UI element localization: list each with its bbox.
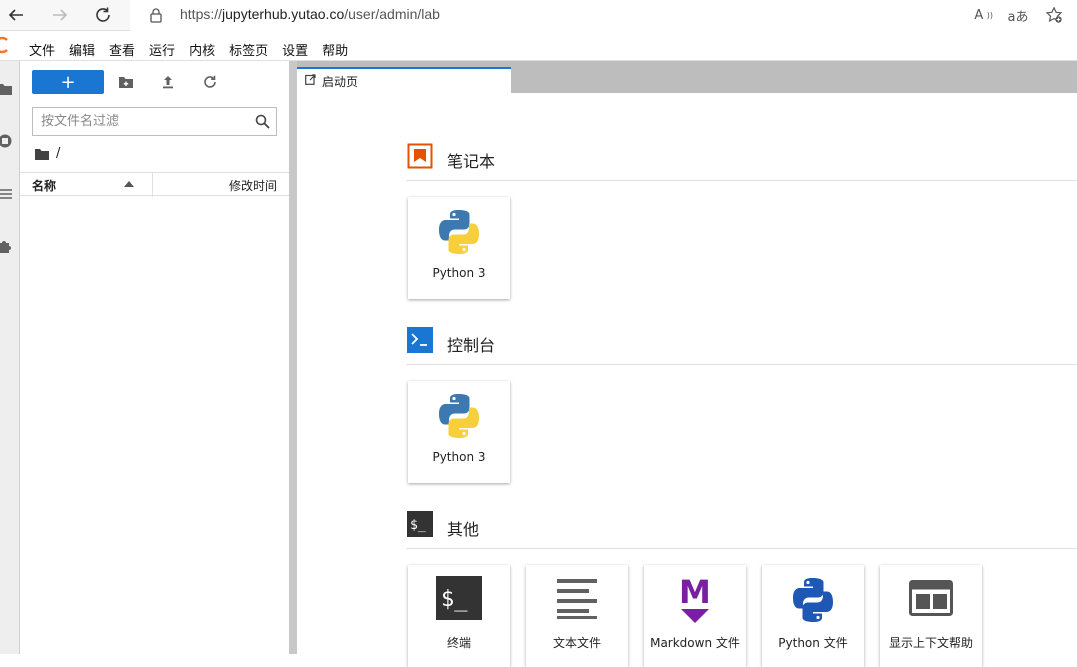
launcher-section-notebook: 笔记本 Python 3 <box>406 143 1077 303</box>
reload-button[interactable] <box>90 3 116 27</box>
search-icon <box>255 114 270 129</box>
browser-toolbar: https://jupyterhub.yutao.co/user/admin/l… <box>0 0 1077 31</box>
arrow-left-icon <box>8 9 23 21</box>
section-title: 笔记本 <box>447 152 496 171</box>
menu-view[interactable]: 查看 <box>109 40 135 59</box>
favorite-button[interactable] <box>1043 5 1065 25</box>
text-file-icon <box>557 579 597 619</box>
new-launcher-button[interactable]: + <box>32 70 104 94</box>
menu-bar: 文件 编辑 查看 运行 内核 标签页 设置 帮助 <box>0 31 1077 61</box>
breadcrumb-root[interactable]: / <box>56 146 60 161</box>
lock-icon <box>150 8 162 23</box>
folder-icon[interactable] <box>34 147 50 161</box>
upload-icon[interactable] <box>160 74 176 90</box>
arrow-right-icon <box>53 9 68 21</box>
console-python3-card[interactable]: Python 3 <box>408 381 510 483</box>
column-divider[interactable] <box>152 173 153 197</box>
svg-text:$_: $_ <box>441 587 468 612</box>
read-aloud-button[interactable]: A)) <box>971 5 993 25</box>
contextual-help-card[interactable]: 显示上下文帮助 <box>880 565 982 667</box>
launcher-section-console: 控制台 Python 3 <box>406 327 1077 487</box>
menu-run[interactable]: 运行 <box>149 40 175 59</box>
menu-file[interactable]: 文件 <box>29 40 55 59</box>
python-logo-icon <box>439 210 479 254</box>
card-label: Python 文件 <box>778 636 848 650</box>
refresh-icon <box>96 7 110 22</box>
python-file-card[interactable]: Python 文件 <box>762 565 864 667</box>
section-header: 控制台 <box>406 327 1077 365</box>
console-icon <box>407 327 433 353</box>
section-title: 控制台 <box>447 336 496 355</box>
launcher-tab-icon <box>305 74 316 85</box>
card-label: Python 3 <box>432 450 486 464</box>
tab-label: 启动页 <box>322 75 359 89</box>
file-list-header: 名称 修改时间 <box>20 172 289 197</box>
running-sessions-icon[interactable] <box>0 133 13 149</box>
launcher-section-other: $_ 其他 $_ 终端 文本文件 M Markdown 文件 Python 文件 <box>406 511 1077 667</box>
terminal-section-icon: $_ <box>407 511 433 537</box>
extension-icon[interactable] <box>0 238 13 254</box>
notebook-icon <box>407 143 433 169</box>
jupyter-logo-icon <box>0 36 8 54</box>
card-label: Python 3 <box>432 266 486 280</box>
svg-text:M: M <box>679 575 711 611</box>
card-label: 显示上下文帮助 <box>888 636 973 650</box>
column-name[interactable]: 名称 <box>32 177 56 194</box>
folder-icon[interactable] <box>0 81 13 97</box>
section-header: $_ 其他 <box>406 511 1077 549</box>
table-of-contents-icon[interactable] <box>0 186 13 202</box>
back-button[interactable] <box>3 3 29 27</box>
file-browser-panel: + / 名称 修改时间 <box>20 61 289 654</box>
menu-kernel[interactable]: 内核 <box>189 40 215 59</box>
card-label: 文本文件 <box>552 636 601 650</box>
breadcrumb: / <box>34 146 60 161</box>
file-filter <box>32 107 277 136</box>
activity-bar <box>0 61 20 654</box>
menu-settings[interactable]: 设置 <box>282 40 308 59</box>
url-text: https://jupyterhub.yutao.co/user/admin/l… <box>180 6 440 22</box>
python-logo-icon <box>439 394 479 438</box>
menu-help[interactable]: 帮助 <box>322 40 348 59</box>
main-area: 启动页 笔记本 Python 3 控制台 Python 3 $_ 其他 $_ 终… <box>297 61 1077 667</box>
panel-splitter[interactable] <box>289 61 297 654</box>
menu-edit[interactable]: 编辑 <box>69 40 95 59</box>
forward-button[interactable] <box>47 3 73 27</box>
svg-text:$_: $_ <box>410 518 426 533</box>
python-file-icon <box>793 578 833 622</box>
section-header: 笔记本 <box>406 143 1077 181</box>
refresh-icon[interactable] <box>202 74 218 90</box>
contextual-help-icon <box>909 580 953 616</box>
card-label: Markdown 文件 <box>650 636 740 650</box>
card-label: 终端 <box>446 636 471 650</box>
notebook-python3-card[interactable]: Python 3 <box>408 197 510 299</box>
new-folder-icon[interactable] <box>118 74 134 90</box>
terminal-icon: $_ <box>436 576 482 620</box>
sort-ascending-icon <box>124 181 134 187</box>
terminal-card[interactable]: $_ 终端 <box>408 565 510 667</box>
markdown-icon: M <box>679 575 711 623</box>
section-title: 其他 <box>447 520 480 539</box>
menu-tabs[interactable]: 标签页 <box>229 40 268 59</box>
star-add-icon <box>1045 6 1063 23</box>
tab-bar: 启动页 <box>297 61 1077 93</box>
text-file-card[interactable]: 文本文件 <box>526 565 628 667</box>
markdown-file-card[interactable]: M Markdown 文件 <box>644 565 746 667</box>
column-modified[interactable]: 修改时间 <box>229 177 277 194</box>
filter-input[interactable] <box>33 108 243 135</box>
immersive-reader-button[interactable]: aあ <box>1007 5 1029 25</box>
address-bar[interactable]: https://jupyterhub.yutao.co/user/admin/l… <box>130 0 1077 31</box>
tab-launcher[interactable]: 启动页 <box>297 67 511 93</box>
